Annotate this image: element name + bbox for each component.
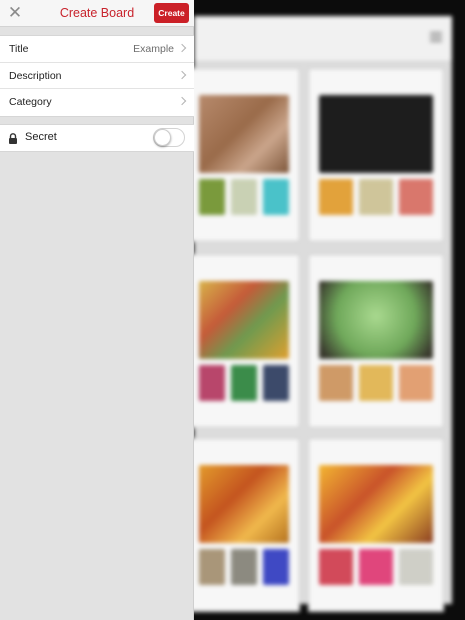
board-card — [194, 254, 300, 428]
menu-icon — [430, 32, 442, 42]
description-row[interactable]: Description — [0, 63, 194, 89]
title-row[interactable]: Title Example — [0, 36, 194, 63]
chevron-right-icon — [177, 70, 187, 79]
board-card — [194, 438, 300, 612]
background-boards-view — [194, 0, 465, 620]
title-label: Title — [9, 43, 29, 55]
close-icon[interactable]: ✕ — [6, 4, 24, 22]
lock-icon — [9, 133, 17, 144]
category-label: Category — [9, 96, 52, 108]
create-board-panel: ✕ Create Board Create Title Example Desc… — [0, 0, 194, 620]
category-row[interactable]: Category — [0, 89, 194, 116]
secret-row: Secret — [0, 125, 194, 151]
background-header — [194, 16, 452, 62]
title-value: Example — [133, 43, 174, 55]
create-button[interactable]: Create — [154, 3, 189, 23]
chevron-right-icon — [177, 43, 187, 53]
secret-label: Secret — [25, 131, 57, 143]
board-card — [308, 438, 444, 612]
secret-group: Secret — [0, 124, 194, 152]
board-card — [194, 68, 300, 242]
board-fields-group: Title Example Description Category — [0, 35, 194, 117]
board-card — [308, 254, 444, 428]
toggle-knob — [154, 129, 171, 146]
board-card — [308, 68, 444, 242]
secret-toggle[interactable] — [153, 128, 185, 147]
background-boards-content — [194, 16, 452, 612]
description-label: Description — [9, 69, 62, 82]
panel-header: ✕ Create Board Create — [0, 0, 194, 27]
chevron-right-icon — [177, 96, 187, 106]
